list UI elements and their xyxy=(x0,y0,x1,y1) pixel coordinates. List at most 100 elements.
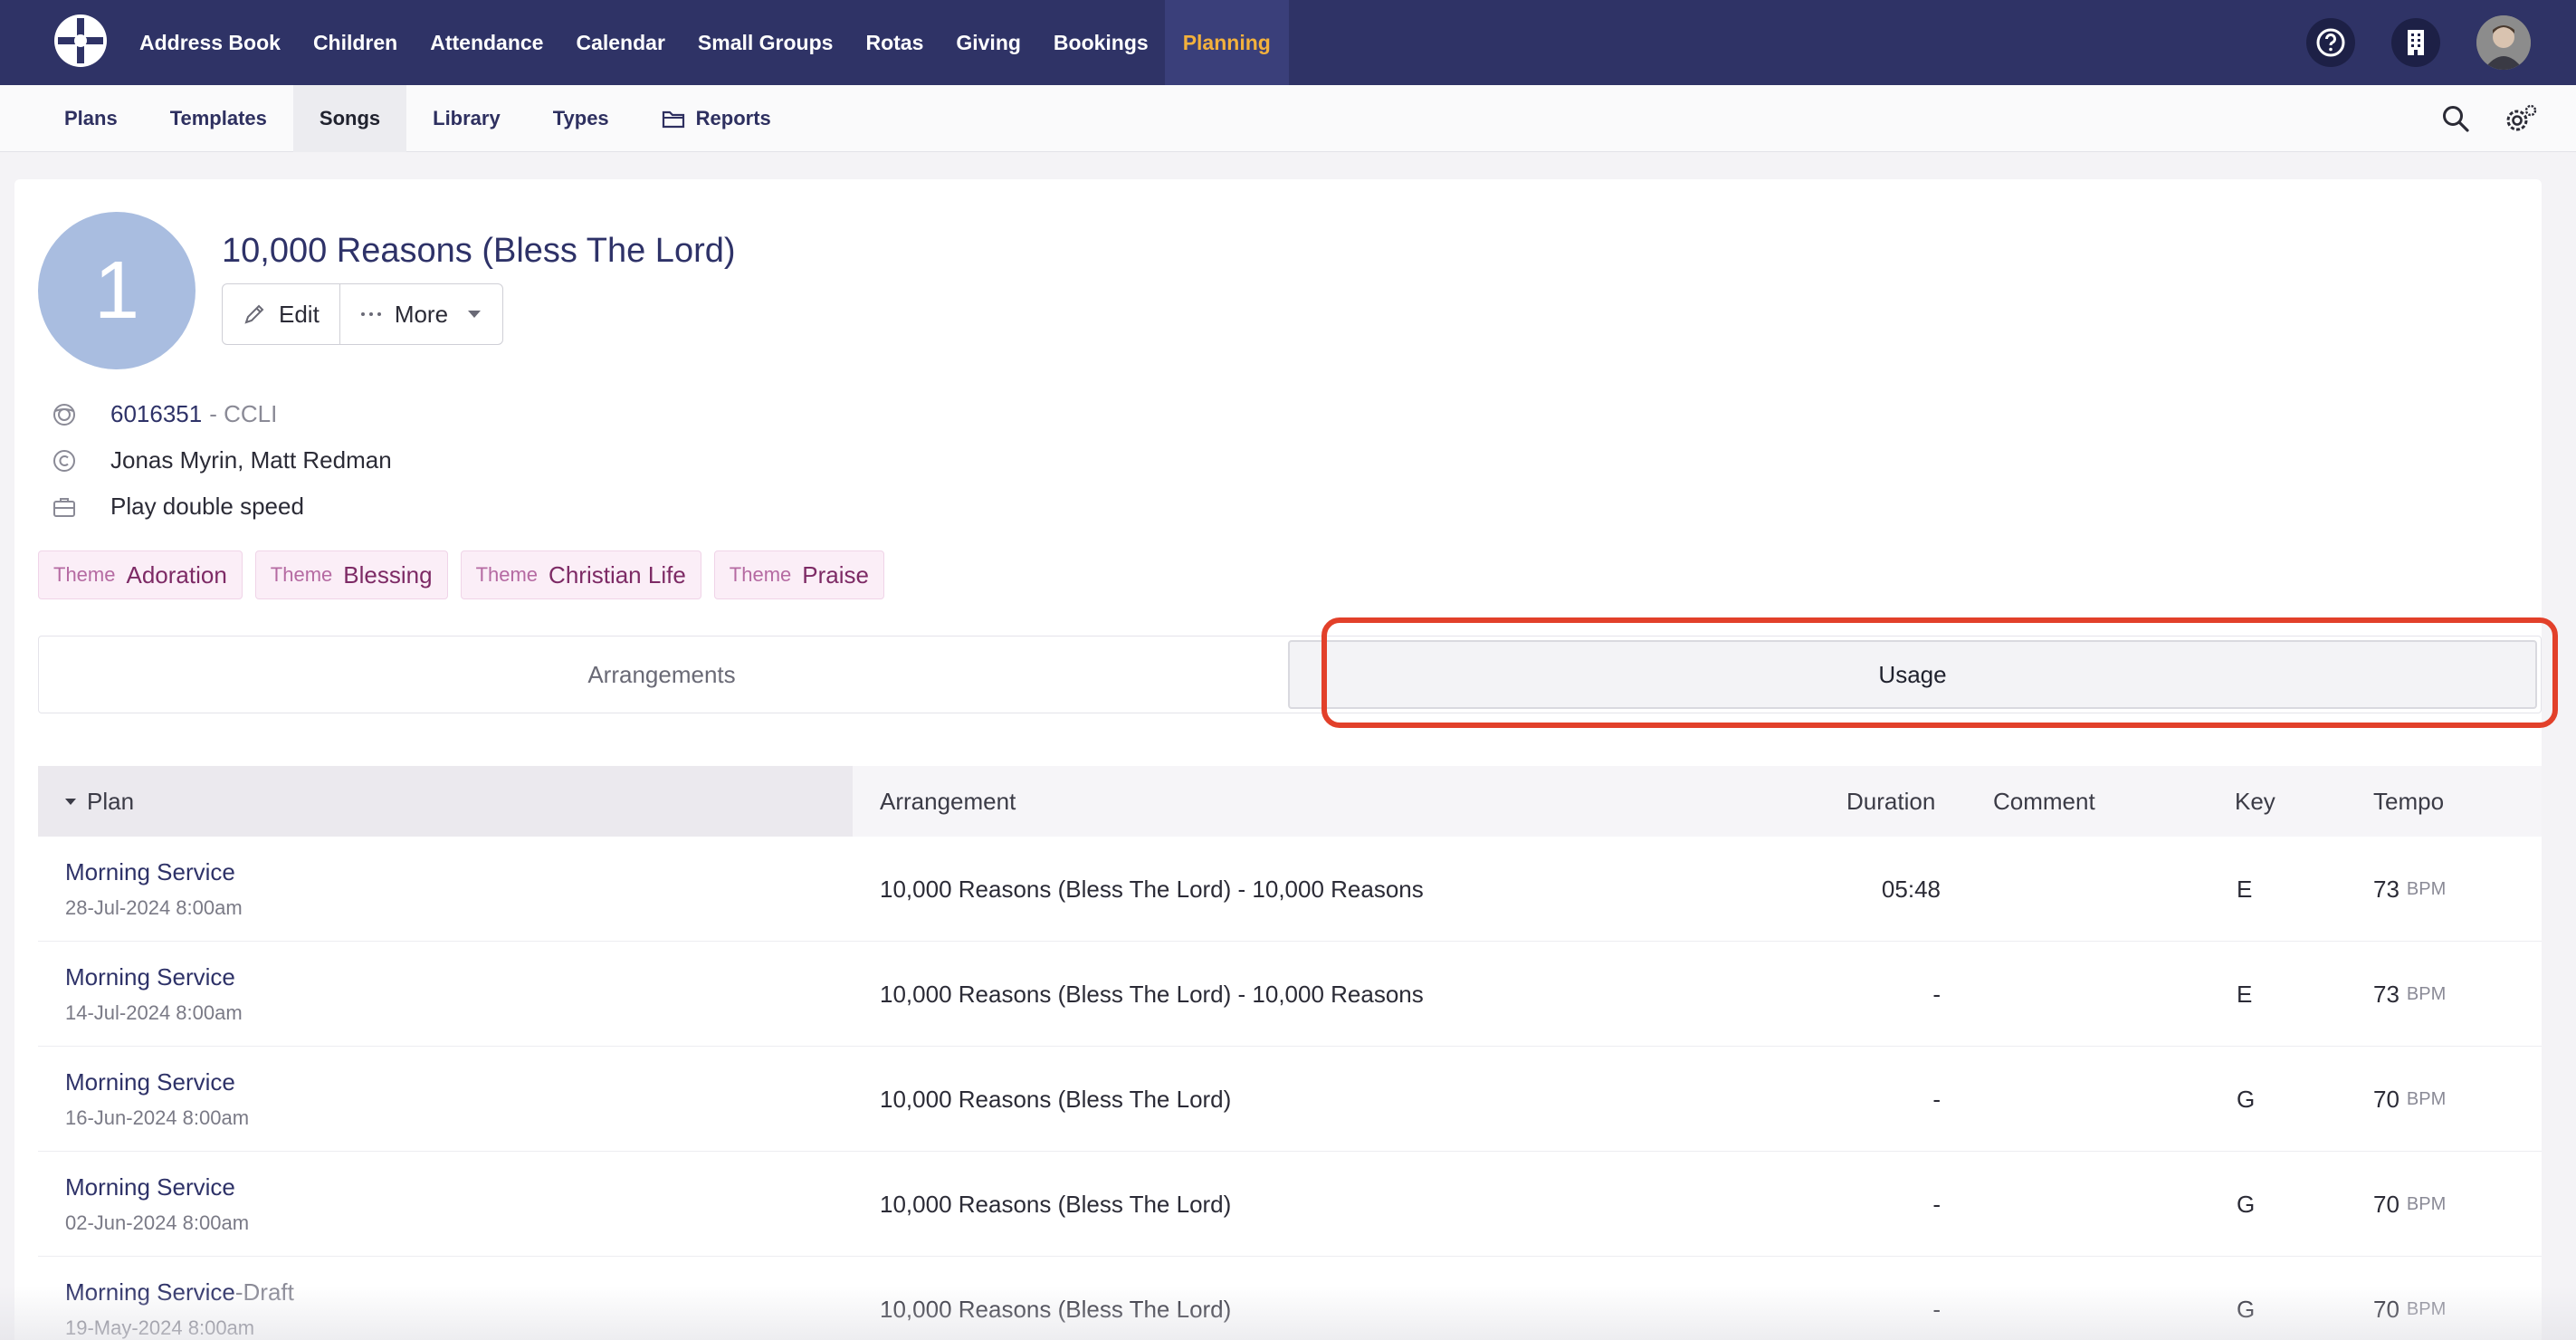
duration-cell: - xyxy=(1932,1085,1941,1113)
theme-tag[interactable]: Theme Adoration xyxy=(38,550,243,599)
key-cell: E xyxy=(2237,980,2253,1008)
table-row[interactable]: Morning Service 02-Jun-2024 8:00am 10,00… xyxy=(38,1152,2542,1257)
tag-label: Theme xyxy=(475,563,539,586)
app-logo-icon[interactable] xyxy=(52,13,109,69)
arrangement-cell: 10,000 Reasons (Bless The Lord) - 10,000… xyxy=(880,980,1424,1008)
nav-item-calendar[interactable]: Calendar xyxy=(559,0,681,85)
tab-arrangements[interactable]: Arrangements xyxy=(39,636,1284,713)
table-header: Plan Arrangement Duration Comment Key Te… xyxy=(38,766,2542,837)
sub-navigation: Plans Templates Songs Library Types Repo… xyxy=(0,85,2576,152)
help-icon xyxy=(2316,28,2345,57)
tempo-cell: 70 BPM xyxy=(2373,1085,2447,1113)
column-header-duration[interactable]: Duration xyxy=(1846,766,1935,837)
sort-desc-icon xyxy=(65,799,76,805)
subnav-songs[interactable]: Songs xyxy=(292,85,407,152)
nav-item-planning[interactable]: Planning xyxy=(1164,0,1289,85)
subnav-reports[interactable]: Reports xyxy=(635,85,797,152)
pencil-icon xyxy=(244,304,264,324)
plan-date: 28-Jul-2024 8:00am xyxy=(65,896,243,919)
subnav-templates[interactable]: Templates xyxy=(144,85,293,152)
more-button[interactable]: More xyxy=(339,284,502,344)
edit-button-label: Edit xyxy=(279,300,320,328)
search-icon xyxy=(2443,106,2469,132)
key-cell: G xyxy=(2237,1295,2256,1323)
ccli-number-link[interactable]: 6016351 xyxy=(110,400,202,428)
theme-tags: Theme Adoration Theme Blessing Theme Christ… xyxy=(38,550,897,599)
plan-link[interactable]: Morning Service xyxy=(65,1173,235,1201)
arrangement-cell: 10,000 Reasons (Bless The Lord) xyxy=(880,1295,1232,1323)
organisation-button[interactable] xyxy=(2391,18,2440,67)
plan-link[interactable]: Morning Service xyxy=(65,963,235,991)
tempo-cell: 70 BPM xyxy=(2373,1295,2447,1323)
key-cell: G xyxy=(2237,1085,2256,1113)
tag-value: Adoration xyxy=(126,560,227,589)
tag-label: Theme xyxy=(729,563,792,586)
arrangement-cell: 10,000 Reasons (Bless The Lord) xyxy=(880,1190,1232,1218)
duration-cell: - xyxy=(1932,1295,1941,1323)
theme-tag[interactable]: Theme Christian Life xyxy=(460,550,701,599)
settings-button[interactable] xyxy=(2502,100,2540,138)
ellipsis-icon xyxy=(360,312,381,316)
plan-link[interactable]: Morning Service-Draft xyxy=(65,1278,294,1306)
column-header-comment[interactable]: Comment xyxy=(1993,766,2095,837)
edit-button[interactable]: Edit xyxy=(223,284,339,344)
table-row[interactable]: Morning Service-Draft 19-May-2024 8:00am… xyxy=(38,1257,2542,1340)
usage-table: Plan Arrangement Duration Comment Key Te… xyxy=(38,766,2542,1340)
table-row[interactable]: Morning Service 16-Jun-2024 8:00am 10,00… xyxy=(38,1047,2542,1152)
song-title: 10,000 Reasons (Bless The Lord) xyxy=(222,232,736,270)
column-header-key[interactable]: Key xyxy=(2235,766,2275,837)
nav-item-children[interactable]: Children xyxy=(297,0,414,85)
column-header-plan[interactable]: Plan xyxy=(38,766,853,837)
key-cell: G xyxy=(2237,1190,2256,1218)
nav-item-address-book[interactable]: Address Book xyxy=(123,0,297,85)
top-navigation: Address Book Children Attendance Calenda… xyxy=(0,0,2576,85)
building-icon xyxy=(2408,30,2424,55)
nav-item-attendance[interactable]: Attendance xyxy=(414,0,559,85)
column-header-arrangement[interactable]: Arrangement xyxy=(880,766,1016,837)
user-photo-icon xyxy=(2476,15,2531,70)
duration-cell: - xyxy=(1932,1190,1941,1218)
gear-icon xyxy=(2506,104,2537,131)
tag-value: Christian Life xyxy=(549,560,686,589)
tempo-cell: 73 BPM xyxy=(2373,875,2447,903)
copyright-icon xyxy=(51,447,78,474)
arrangement-cell: 10,000 Reasons (Bless The Lord) xyxy=(880,1085,1232,1113)
nav-item-rotas[interactable]: Rotas xyxy=(849,0,940,85)
more-button-label: More xyxy=(394,300,449,328)
plan-date: 16-Jun-2024 8:00am xyxy=(65,1106,250,1129)
folder-icon xyxy=(662,110,684,129)
nav-item-small-groups[interactable]: Small Groups xyxy=(682,0,850,85)
search-button[interactable] xyxy=(2437,100,2475,138)
nav-item-giving[interactable]: Giving xyxy=(940,0,1037,85)
theme-tag[interactable]: Theme Praise xyxy=(713,550,884,599)
table-row[interactable]: Morning Service 14-Jul-2024 8:00am 10,00… xyxy=(38,942,2542,1047)
subnav-plans[interactable]: Plans xyxy=(38,85,144,152)
subnav-reports-label: Reports xyxy=(695,107,771,129)
column-header-tempo[interactable]: Tempo xyxy=(2373,766,2444,837)
help-button[interactable] xyxy=(2306,18,2355,67)
subnav-types[interactable]: Types xyxy=(527,85,635,152)
tag-value: Praise xyxy=(802,560,869,589)
nav-item-bookings[interactable]: Bookings xyxy=(1037,0,1165,85)
subnav-library[interactable]: Library xyxy=(406,85,527,152)
duration-cell: - xyxy=(1932,980,1941,1008)
tempo-cell: 73 BPM xyxy=(2373,980,2447,1008)
notes-row: Play double speed xyxy=(51,493,304,521)
arrangement-cell: 10,000 Reasons (Bless The Lord) - 10,000… xyxy=(880,875,1424,903)
plan-date: 19-May-2024 8:00am xyxy=(65,1316,255,1339)
main-menu: Address Book Children Attendance Calenda… xyxy=(123,0,1289,85)
plan-link[interactable]: Morning Service xyxy=(65,858,235,886)
plan-link[interactable]: Morning Service xyxy=(65,1068,235,1096)
song-actions: Edit More xyxy=(222,283,504,345)
ccli-label: - CCLI xyxy=(209,400,278,427)
song-notes: Play double speed xyxy=(110,493,304,520)
song-tabs: Arrangements Usage xyxy=(38,636,2542,713)
briefcase-icon xyxy=(51,493,78,521)
user-avatar[interactable] xyxy=(2476,15,2531,70)
tempo-cell: 70 BPM xyxy=(2373,1190,2447,1218)
ccli-row: 6016351 - CCLI xyxy=(51,400,277,428)
theme-tag[interactable]: Theme Blessing xyxy=(254,550,448,599)
table-row[interactable]: Morning Service 28-Jul-2024 8:00am 10,00… xyxy=(38,837,2542,942)
ccli-icon xyxy=(51,401,78,428)
tab-usage[interactable]: Usage xyxy=(1288,640,2537,709)
